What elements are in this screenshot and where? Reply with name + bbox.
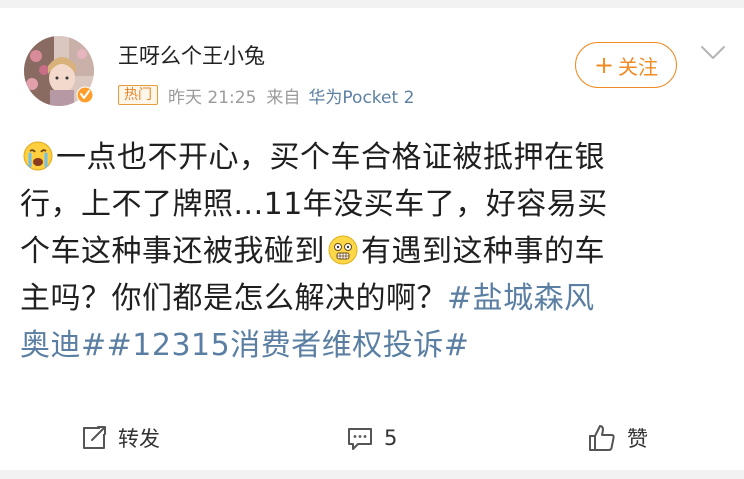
post-meta: 热门 昨天 21:25 来自 华为Pocket 2 (118, 83, 414, 108)
hot-badge: 热门 (118, 85, 158, 105)
follow-plus: + (593, 51, 615, 79)
like-label: 赞 (627, 427, 648, 451)
like-button[interactable]: 赞 (587, 418, 648, 458)
repost-icon (83, 426, 106, 449)
repost-label: 转发 (118, 427, 160, 451)
thumbs-up-icon (589, 425, 615, 451)
source-prefix: 来自 (266, 87, 301, 108)
comment-icon (348, 428, 372, 450)
post-line-2: 行，上不了牌照...11年没买车了，好容易买 (20, 187, 608, 222)
hashtag-link-1[interactable]: #盐城森风 (447, 281, 595, 316)
post-time: 昨天 21:25 (168, 87, 257, 108)
action-bar: 转发 5 赞 (0, 418, 744, 458)
post-line-4: 主吗？你们都是怎么解决的啊？ (20, 281, 447, 316)
follow-button[interactable]: + 关注 (575, 42, 677, 88)
comment-button[interactable]: 5 (346, 418, 397, 458)
repost-button[interactable]: 转发 (80, 418, 160, 458)
post-line: 一点也不开心，买个车合格证被抵押在银 (20, 134, 720, 181)
hashtag-link-2[interactable]: #12315消费者维权投诉# (107, 328, 470, 363)
hashtag-link-1-cont[interactable]: 奥迪# (20, 328, 107, 363)
post-line-3b: 有遇到这种事的车 (361, 234, 605, 269)
crying-face-icon (23, 141, 53, 171)
post-line-3a: 个车这种事还被我碰到 (20, 234, 325, 269)
post-text: 一点也不开心，买个车合格证被抵押在银 行，上不了牌照...11年没买车了，好容易… (20, 134, 720, 369)
post-line-1: 一点也不开心，买个车合格证被抵押在银 (56, 140, 605, 175)
chevron-down-icon[interactable] (700, 44, 726, 62)
follow-label: 关注 (618, 54, 659, 79)
speechless-face-icon (328, 235, 358, 265)
top-divider (0, 0, 744, 8)
bottom-divider (0, 470, 744, 479)
username[interactable]: 王呀么个王小兔 (118, 40, 265, 70)
verified-badge-icon (76, 86, 94, 104)
comment-count: 5 (384, 426, 398, 450)
source-device[interactable]: 华为Pocket 2 (308, 83, 414, 108)
